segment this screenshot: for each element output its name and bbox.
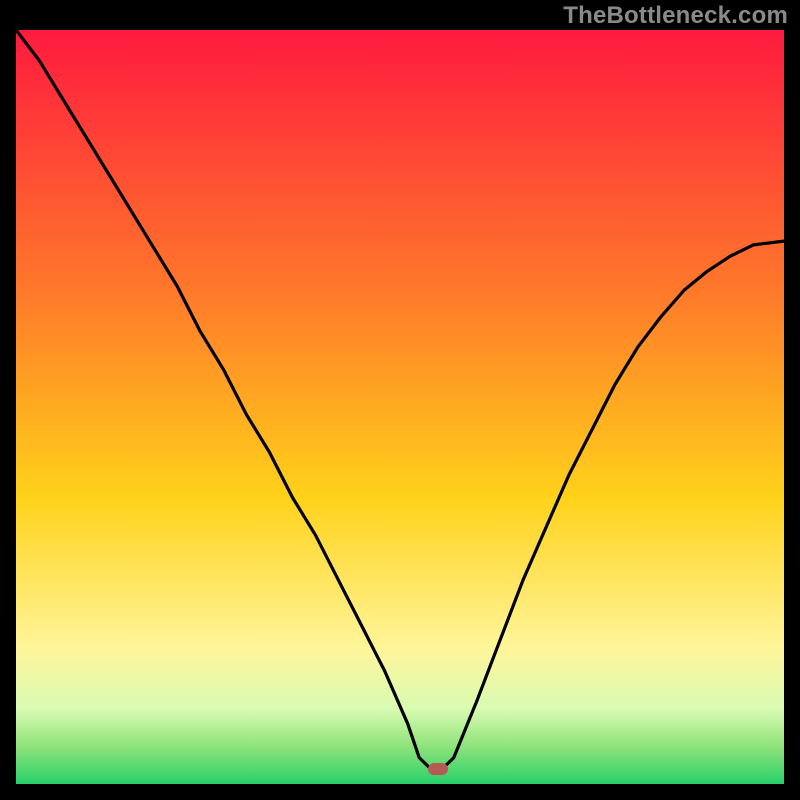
watermark-text: TheBottleneck.com (563, 2, 788, 30)
chart-stage: TheBottleneck.com (0, 0, 800, 800)
plot-area (16, 30, 784, 784)
optimal-point-marker (428, 763, 448, 775)
bottleneck-curve (16, 30, 784, 784)
